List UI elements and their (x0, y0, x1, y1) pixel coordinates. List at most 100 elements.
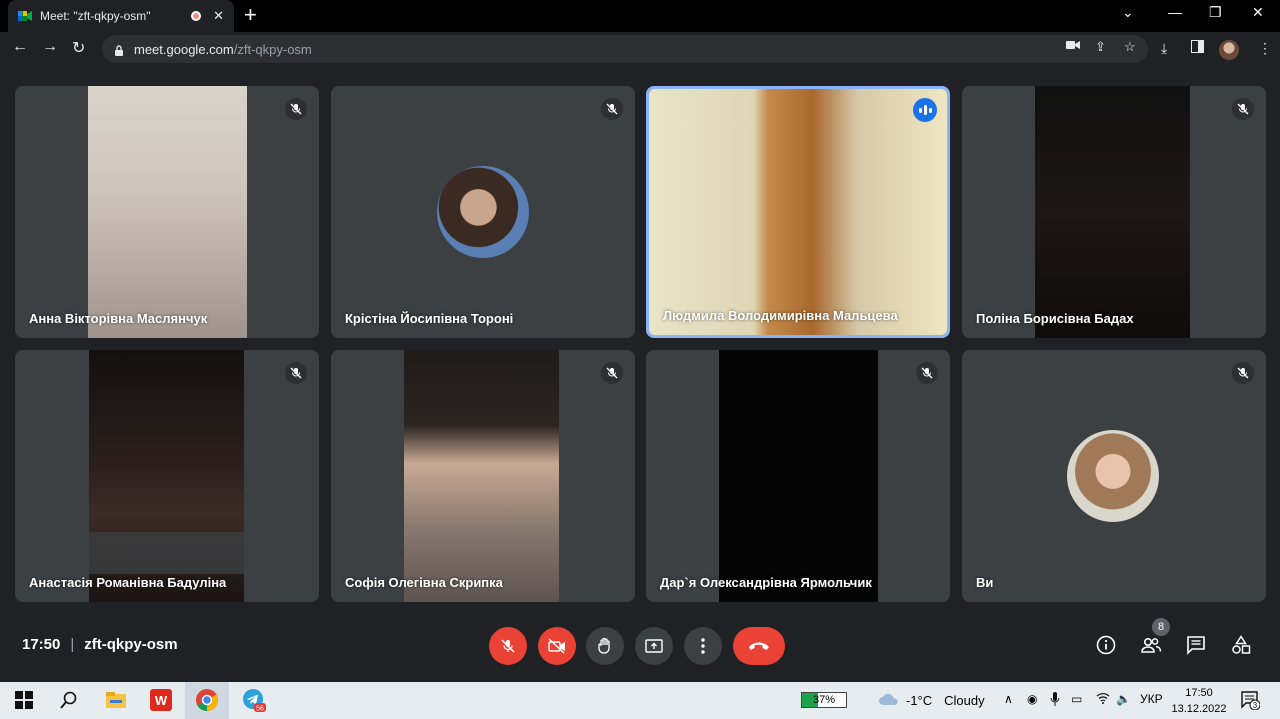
meet-favicon-icon (18, 9, 32, 23)
battery-tray-icon[interactable]: ▭ (1071, 692, 1082, 706)
more-options-button[interactable] (684, 627, 722, 665)
muted-mic-icon (285, 362, 307, 384)
muted-mic-icon (285, 98, 307, 120)
url-domain: meet.google.com (134, 41, 234, 57)
windows-start-icon[interactable] (12, 688, 36, 712)
maximize-button[interactable]: ❐ (1209, 4, 1222, 21)
reload-icon[interactable]: ↻ (72, 38, 85, 58)
chrome-icon[interactable] (195, 688, 219, 712)
share-icon[interactable]: ⇪ (1095, 39, 1106, 55)
participant-tile[interactable]: Поліна Борисівна Бадах (962, 86, 1266, 338)
toggle-mic-button[interactable] (489, 627, 527, 665)
close-window-button[interactable]: ✕ (1252, 4, 1264, 21)
tab-close-icon[interactable]: ✕ (213, 8, 224, 24)
participant-video (88, 86, 247, 338)
participant-tile[interactable]: Крістіна Йосипівна Тороні (331, 86, 635, 338)
leave-call-button[interactable] (733, 627, 785, 665)
svg-text:W: W (155, 693, 168, 708)
lock-icon (114, 44, 124, 56)
browser-tab[interactable]: Meet: "zft-qkpy-osm" ✕ (8, 0, 234, 32)
volume-icon[interactable]: 🔈 (1116, 692, 1131, 706)
tab-search-icon[interactable]: ⌄ (1122, 4, 1134, 21)
participant-name: Крістіна Йосипівна Тороні (345, 311, 514, 326)
participant-name: Поліна Борисівна Бадах (976, 311, 1134, 326)
camera-indicator-icon[interactable] (1066, 39, 1080, 54)
activities-button[interactable] (1230, 634, 1252, 656)
muted-mic-icon (916, 362, 938, 384)
present-screen-button[interactable] (635, 627, 673, 665)
participant-name: Софія Олегівна Скрипка (345, 575, 503, 590)
participant-video (404, 350, 559, 602)
participant-name: Ви (976, 575, 994, 590)
battery-indicator[interactable]: 37% (801, 692, 847, 708)
participant-tile-self[interactable]: Ви (962, 350, 1266, 602)
people-count-badge: 8 (1152, 618, 1170, 636)
muted-mic-icon (601, 362, 623, 384)
url-path: /zft-qkpy-osm (233, 41, 312, 57)
taskbar-clock[interactable]: 17:50 13.12.2022 (1168, 685, 1230, 717)
battery-percent: 37% (812, 694, 836, 706)
toggle-camera-button[interactable] (538, 627, 576, 665)
muted-mic-icon (1232, 362, 1254, 384)
profile-avatar[interactable] (1219, 40, 1239, 60)
meeting-code: zft-qkpy-osm (84, 636, 178, 653)
search-icon[interactable] (57, 688, 81, 712)
info-icon (1096, 635, 1116, 655)
participant-tile[interactable]: Дар`я Олександрівна Ярмольчик (646, 350, 950, 602)
more-vert-icon (701, 638, 705, 654)
people-icon (1141, 637, 1162, 653)
participant-tile[interactable]: Анастасія Романівна Бадуліна (15, 350, 319, 602)
forward-icon[interactable]: → (42, 38, 58, 56)
weather-widget[interactable]: -1°C Cloudy (878, 692, 985, 709)
weather-condition: Cloudy (944, 693, 985, 708)
meeting-details-button[interactable] (1095, 634, 1117, 656)
present-icon (645, 639, 663, 653)
address-bar[interactable]: meet.google.com/zft-qkpy-osm (102, 35, 1148, 63)
weather-temperature: -1°C (906, 693, 933, 708)
download-icon[interactable]: ⤓ (1161, 40, 1167, 57)
new-tab-button[interactable]: + (244, 4, 257, 26)
notification-center-icon[interactable]: 3 (1240, 690, 1261, 711)
record-icon[interactable]: ◉ (1027, 692, 1037, 706)
participant-name: Дар`я Олександрівна Ярмольчик (660, 575, 872, 590)
wps-office-icon[interactable]: W (149, 688, 173, 712)
activities-shapes-icon (1232, 635, 1251, 654)
chat-button[interactable] (1185, 634, 1207, 656)
caption-overlay (23, 532, 319, 574)
side-panel-icon[interactable] (1191, 40, 1204, 56)
hand-icon (598, 637, 610, 654)
notification-count: 3 (1253, 701, 1258, 710)
people-button[interactable] (1140, 634, 1162, 656)
browser-tab-strip: Meet: "zft-qkpy-osm" ✕ + ⌄ — ❐ ✕ (0, 0, 1280, 32)
participant-tile[interactable]: Софія Олегівна Скрипка (331, 350, 635, 602)
meeting-time: 17:50 (22, 636, 61, 653)
clock-date: 13.12.2022 (1171, 703, 1227, 715)
file-explorer-icon[interactable] (104, 688, 128, 712)
telegram-icon[interactable]: 56 (242, 688, 266, 713)
browser-menu-icon[interactable]: ⋮ (1258, 40, 1272, 57)
input-language[interactable]: УКР (1140, 692, 1163, 706)
hang-up-icon (749, 642, 769, 650)
participant-video (649, 89, 947, 335)
participant-avatar (437, 166, 529, 258)
bookmark-star-icon[interactable]: ☆ (1124, 39, 1136, 55)
wifi-icon[interactable] (1096, 692, 1110, 707)
microphone-icon[interactable] (1050, 692, 1060, 709)
telegram-badge: 56 (256, 706, 264, 713)
windows-taskbar: W 56 37% -1°C Cloudy ∧ ◉ ▭ 🔈 УКР 17:50 1… (0, 682, 1280, 719)
minimize-button[interactable]: — (1168, 4, 1182, 20)
participant-video (1035, 86, 1190, 338)
browser-toolbar: ← → ↻ meet.google.com/zft-qkpy-osm ⇪ ☆ ⤓ (0, 32, 1280, 66)
muted-mic-icon (601, 98, 623, 120)
show-hidden-icons-icon[interactable]: ∧ (1004, 692, 1013, 706)
recording-indicator-icon (191, 11, 202, 21)
meeting-info: 17:50 | zft-qkpy-osm (22, 636, 178, 653)
raise-hand-button[interactable] (586, 627, 624, 665)
camera-off-icon (548, 638, 565, 654)
participant-tile-speaking[interactable]: Людмила Володимирівна Мальцева (646, 86, 950, 338)
participant-tile[interactable]: Анна Вікторівна Маслянчук (15, 86, 319, 338)
back-icon[interactable]: ← (12, 38, 28, 56)
participant-name: Анна Вікторівна Маслянчук (29, 311, 208, 326)
participant-video (719, 350, 878, 602)
muted-mic-icon (1232, 98, 1254, 120)
